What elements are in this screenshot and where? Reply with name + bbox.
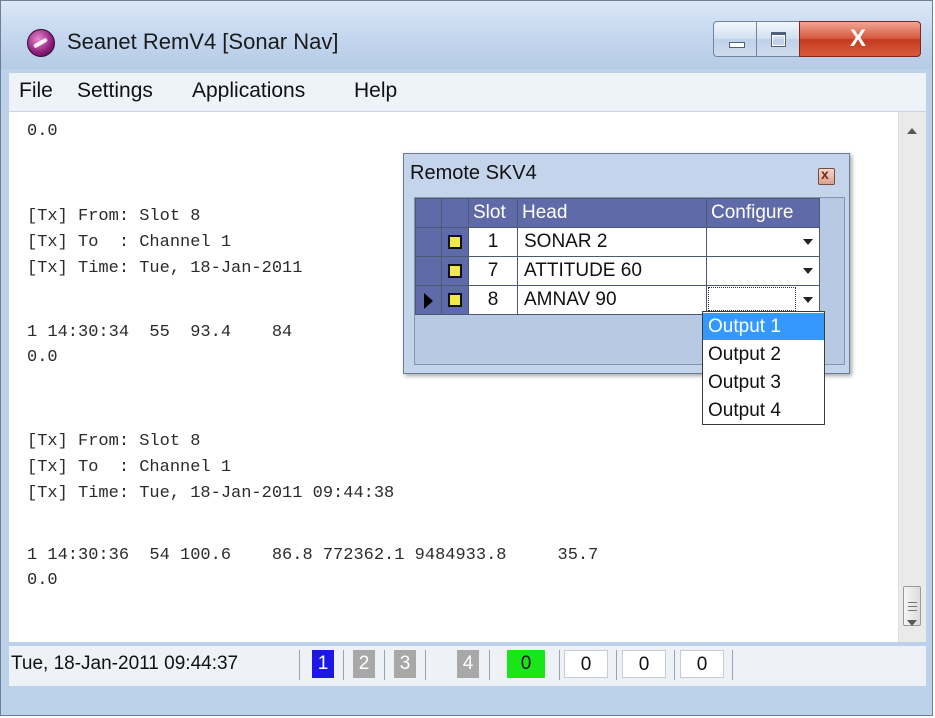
dialog-title: Remote SKV4 [410,162,537,184]
marker-column-header [441,198,469,228]
row-pointer-icon [424,293,433,309]
configure-dropdown[interactable] [706,256,820,286]
table-row[interactable]: 7 ATTITUDE 60 [415,256,820,286]
slot-cell: 7 [468,256,518,286]
app-icon [27,29,55,57]
minimize-button[interactable] [713,21,757,57]
channel-indicator-green[interactable]: 0 [507,650,545,678]
console-line: 0.0 [27,122,58,141]
status-timestamp: Tue, 18-Jan-2011 09:44:37 [11,653,239,674]
maximize-button[interactable] [756,21,800,57]
head-cell: AMNAV 90 [517,285,707,315]
console-line: 0.0 [27,571,58,590]
focus-rect [708,287,796,311]
window-title: Seanet RemV4 [Sonar Nav] [67,29,339,54]
console-line: [Tx] Time: Tue, 18-Jan-2011 09:44:38 [27,484,395,503]
console-line: [Tx] To : Channel 1 [27,458,232,477]
slot-cell: 8 [468,285,518,315]
menu-file[interactable]: File [19,79,53,103]
console-line: 1 14:30:34 55 93.4 84 [27,323,293,342]
status-square-icon [448,263,462,278]
configure-dropdown-list[interactable]: Output 1 Output 2 Output 3 Output 4 [702,311,825,425]
menu-bar: File Settings Applications Help [9,73,926,112]
dropdown-option-output-2[interactable]: Output 2 [703,341,824,368]
status-bar: Tue, 18-Jan-2011 09:44:37 1 2 3 4 0 0 0 … [9,646,926,686]
console-line: [Tx] From: Slot 8 [27,207,201,226]
column-header-configure[interactable]: Configure [706,198,820,228]
status-square-icon [448,234,462,249]
channel-indicator-empty[interactable]: 0 [564,650,608,678]
menu-help[interactable]: Help [354,79,397,103]
dropdown-option-output-4[interactable]: Output 4 [703,397,824,424]
channel-indicator-4[interactable]: 4 [457,650,479,678]
maximize-icon [771,32,786,47]
column-header-head[interactable]: Head [517,198,707,228]
console-line: 0.0 [27,348,58,367]
channel-indicator-3[interactable]: 3 [394,650,416,678]
heads-table: Slot Head Configure 1 SONAR 2 7 ATTITUDE… [415,198,820,315]
dialog-close-button[interactable]: x [818,166,835,185]
scroll-down-arrow-icon[interactable] [907,620,917,626]
indicator-column-header [415,198,442,228]
chevron-down-icon[interactable] [803,239,813,245]
column-header-slot[interactable]: Slot [468,198,518,228]
head-cell: SONAR 2 [517,227,707,257]
slot-cell: 1 [468,227,518,257]
minimize-icon [729,42,745,48]
row-marker [441,285,469,315]
row-indicator[interactable] [415,285,442,315]
chevron-down-icon[interactable] [803,268,813,274]
row-indicator[interactable] [415,227,442,257]
menu-applications[interactable]: Applications [192,79,305,103]
status-square-icon [448,292,462,307]
title-bar[interactable]: Seanet RemV4 [Sonar Nav] X [1,1,932,69]
chevron-down-icon[interactable] [803,297,813,303]
close-button[interactable]: X [799,21,921,57]
row-marker [441,256,469,286]
table-header-row: Slot Head Configure [415,198,820,228]
close-icon: X [850,25,867,52]
head-cell: ATTITUDE 60 [517,256,707,286]
channel-indicator-2[interactable]: 2 [353,650,375,678]
dropdown-option-output-1[interactable]: Output 1 [703,313,824,340]
channel-indicator-empty[interactable]: 0 [622,650,666,678]
scroll-up-arrow-icon[interactable] [907,128,917,134]
close-icon: x [821,166,829,182]
console-line: [Tx] From: Slot 8 [27,432,201,451]
row-indicator[interactable] [415,256,442,286]
row-marker [441,227,469,257]
menu-settings[interactable]: Settings [77,79,153,103]
channel-indicator-empty[interactable]: 0 [680,650,724,678]
console-line: [Tx] Time: Tue, 18-Jan-2011 [27,259,303,278]
console-line: [Tx] To : Channel 1 [27,233,232,252]
channel-indicator-1[interactable]: 1 [312,650,334,678]
vertical-scrollbar[interactable] [898,112,926,642]
table-row[interactable]: 1 SONAR 2 [415,227,820,257]
console-line: 1 14:30:36 54 100.6 86.8 772362.1 948493… [27,546,599,565]
dropdown-option-output-3[interactable]: Output 3 [703,369,824,396]
configure-dropdown[interactable] [706,227,820,257]
